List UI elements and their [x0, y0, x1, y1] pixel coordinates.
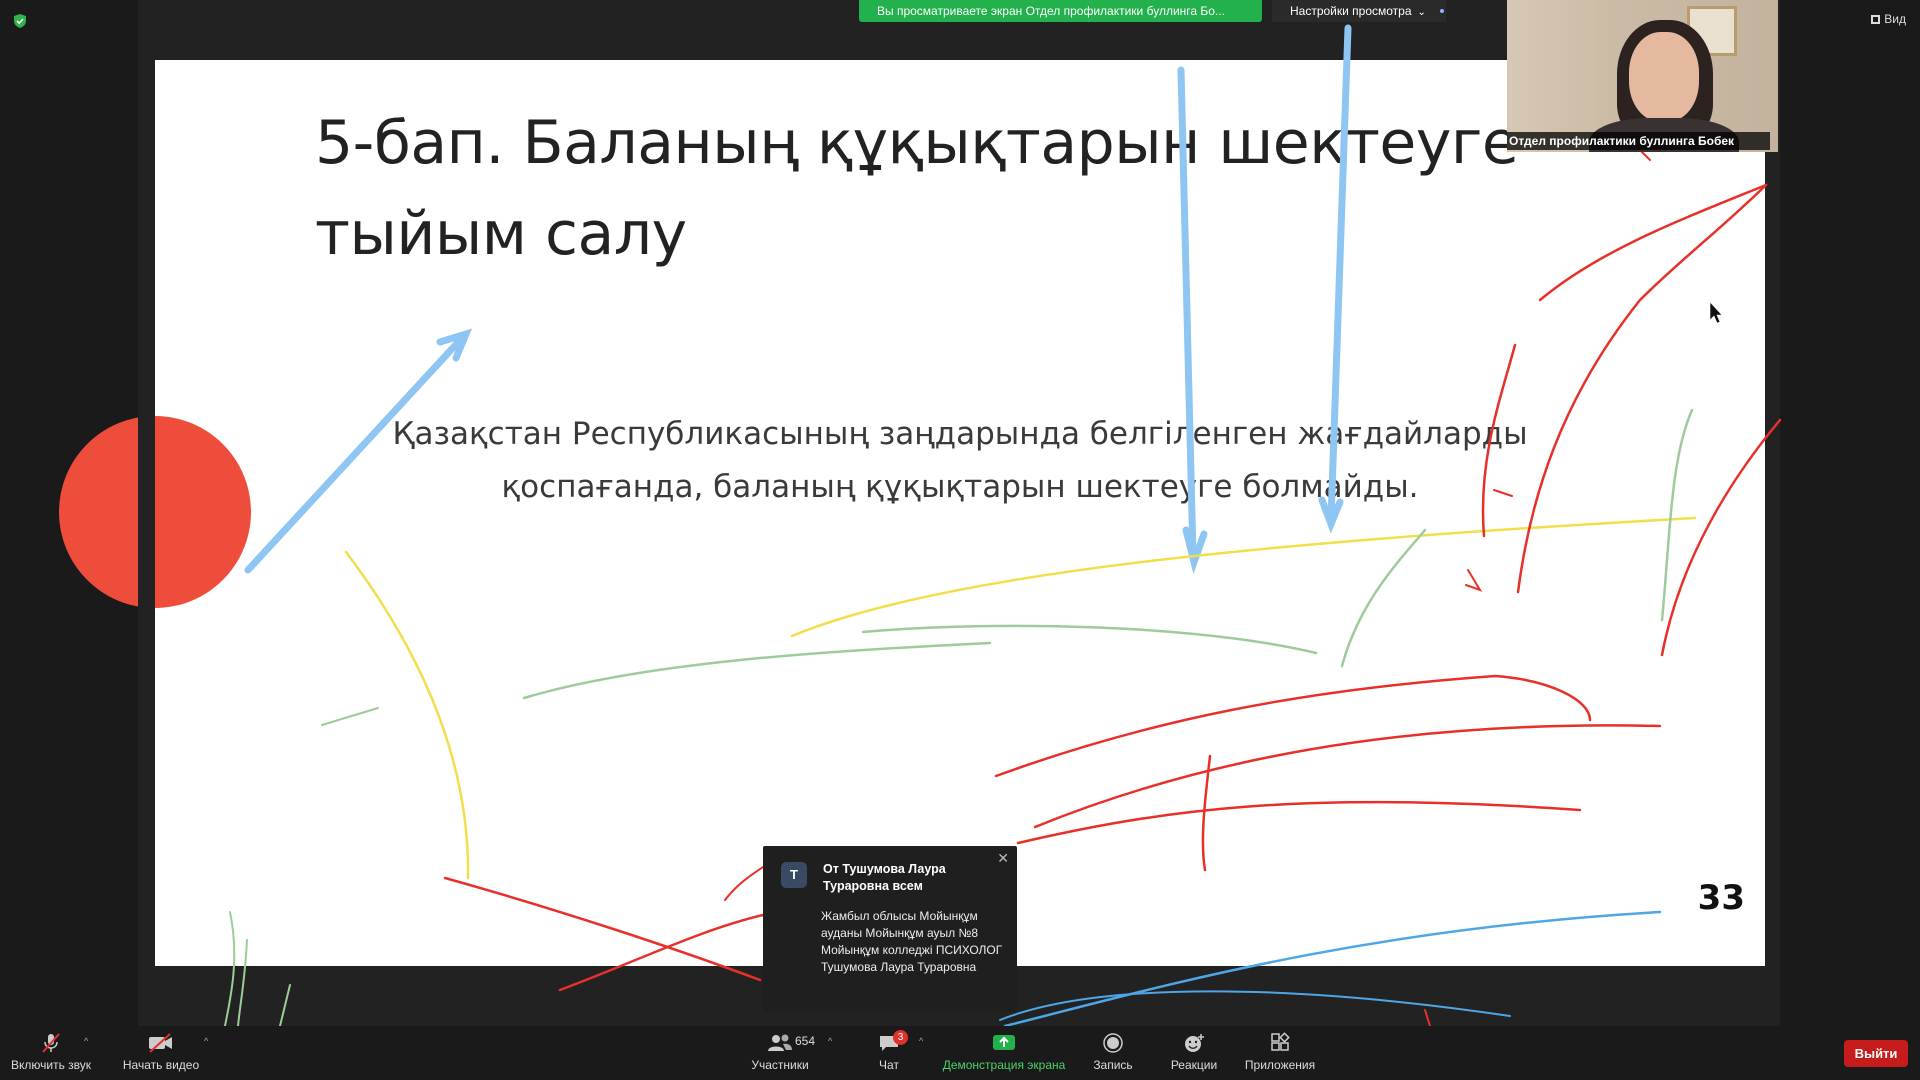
- apps-label: Приложения: [1244, 1058, 1316, 1072]
- slide-title: 5-бап. Баланың құқықтарын шектеуге тыйым…: [315, 98, 1615, 280]
- slide-title-line-2: тыйым салу: [315, 199, 687, 269]
- participants-caret-icon[interactable]: ^: [828, 1036, 832, 1046]
- presentation-slide: 5-бап. Баланың құқықтарын шектеуге тыйым…: [155, 60, 1765, 966]
- share-screen-icon: [993, 1035, 1015, 1050]
- view-toggle-button[interactable]: Вид: [1871, 12, 1906, 26]
- start-video-button[interactable]: Начать видео ^: [120, 1026, 208, 1080]
- participant-face: [1629, 32, 1699, 122]
- share-screen-button[interactable]: Демонстрация экрана: [940, 1026, 1068, 1080]
- chat-label: Чат: [879, 1058, 899, 1072]
- chat-button[interactable]: Чат: [862, 1026, 916, 1080]
- view-settings-dropdown[interactable]: Настройки просмотра ⌄: [1272, 0, 1446, 22]
- participants-icon: [768, 1034, 792, 1051]
- video-options-caret-icon[interactable]: ^: [204, 1036, 208, 1046]
- participant-video-tile[interactable]: Отдел профилактики буллинга Бобек: [1507, 0, 1778, 152]
- chevron-down-icon: ⌄: [1417, 7, 1426, 18]
- leave-meeting-button[interactable]: Выйти: [1844, 1040, 1908, 1067]
- chat-caret-icon[interactable]: ^: [919, 1036, 923, 1046]
- audio-options-caret-icon[interactable]: ^: [84, 1036, 88, 1046]
- meeting-toolbar: Включить звук ^ Начать видео ^ Участники…: [0, 1026, 1920, 1080]
- indicator-dot: [1440, 9, 1444, 13]
- chat-sender: От Тушумова Лаура Тураровна всем: [823, 862, 946, 893]
- grid-view-icon: [1871, 15, 1881, 24]
- chat-message-text: Жамбыл облысы Мойынқұм ауданы Мойынқұм а…: [821, 909, 1003, 974]
- reactions-label: Реакции: [1170, 1058, 1218, 1072]
- video-off-icon: [149, 1033, 172, 1053]
- slide-body-text: Қазақстан Республикасының заңдарында бел…: [315, 408, 1605, 514]
- slide-body-line-2: қоспағанда, баланың құқықтарын шектеуге …: [501, 469, 1419, 505]
- slide-body-line-1: Қазақстан Республикасының заңдарында бел…: [392, 416, 1528, 452]
- share-screen-label: Демонстрация экрана: [942, 1058, 1066, 1072]
- zoom-meeting-window: 5-бап. Баланың құқықтарын шектеуге тыйым…: [0, 0, 1920, 1080]
- apps-button[interactable]: Приложения: [1240, 1026, 1320, 1080]
- unmute-button[interactable]: Включить звук ^: [10, 1026, 92, 1080]
- security-shield-icon[interactable]: [12, 13, 28, 29]
- slide-page-number: 33: [1697, 878, 1745, 918]
- smiley-icon: [1185, 1034, 1204, 1052]
- slide-title-line-1: 5-бап. Баланың құқықтарын шектеуге: [315, 108, 1519, 178]
- start-video-label: Начать видео: [122, 1058, 200, 1072]
- chat-notification-popup[interactable]: T ✕ От Тушумова Лаура Тураровна всем Жам…: [763, 846, 1017, 1011]
- chat-unread-badge: 3: [893, 1030, 908, 1045]
- unmute-label: Включить звук: [10, 1058, 92, 1072]
- apps-icon: [1271, 1032, 1290, 1051]
- reactions-button[interactable]: Реакции: [1164, 1026, 1224, 1080]
- close-icon[interactable]: ✕: [997, 850, 1009, 867]
- record-button[interactable]: Запись: [1085, 1026, 1141, 1080]
- participants-count: 654: [795, 1034, 816, 1048]
- record-icon: [1103, 1033, 1123, 1053]
- participants-label: Участники: [751, 1058, 809, 1072]
- viewing-screen-banner: Вы просматриваете экран Отдел профилакти…: [859, 0, 1262, 22]
- participant-name-label: Отдел профилактики буллинга Бобек: [1507, 132, 1770, 150]
- view-toggle-label: Вид: [1884, 12, 1906, 26]
- view-settings-label: Настройки просмотра: [1290, 4, 1412, 18]
- sender-avatar: T: [781, 862, 807, 888]
- record-label: Запись: [1093, 1058, 1133, 1072]
- muted-microphone-icon: [42, 1033, 60, 1053]
